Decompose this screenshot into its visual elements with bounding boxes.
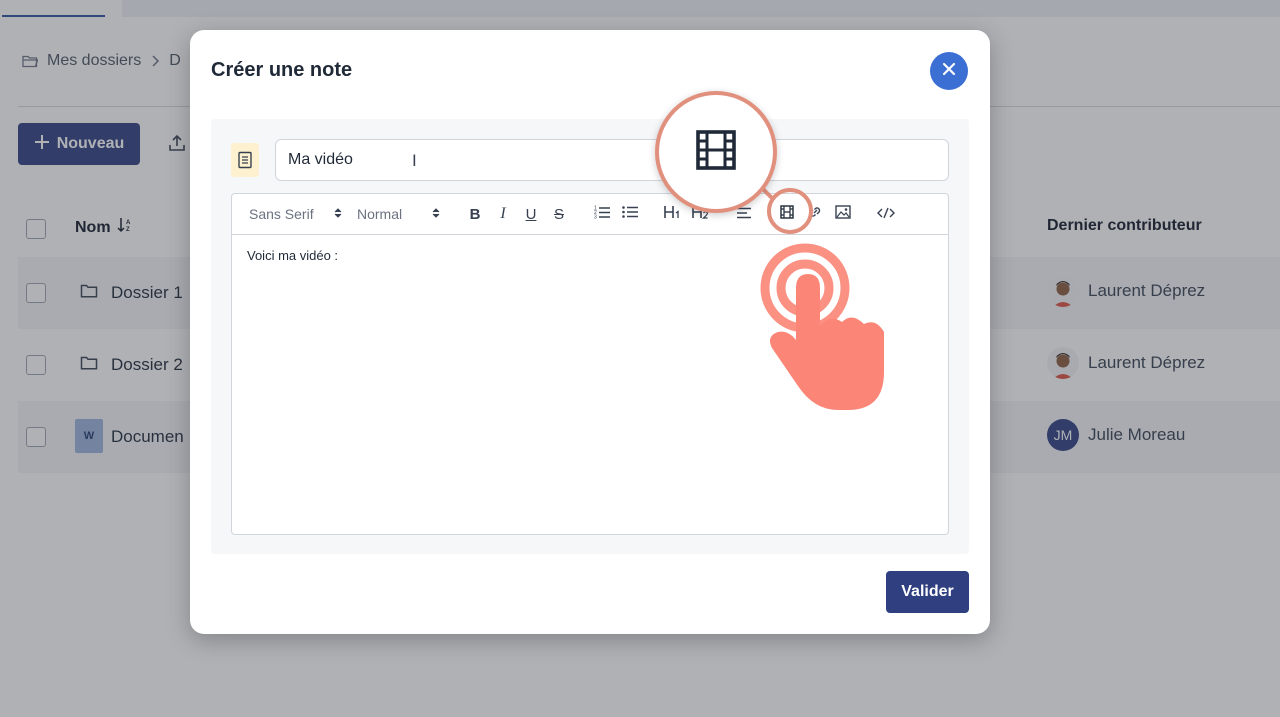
code-icon	[877, 206, 895, 223]
italic-button[interactable]: I	[492, 203, 514, 225]
select-arrows-icon	[432, 206, 440, 222]
image-button[interactable]	[832, 203, 854, 225]
underline-button[interactable]: U	[520, 203, 542, 225]
strikethrough-icon: S	[553, 205, 564, 223]
underline-icon: U	[525, 205, 537, 223]
bold-icon: B	[469, 205, 481, 223]
font-family-value: Sans Serif	[249, 206, 314, 222]
highlight-ring	[767, 188, 813, 234]
editor-content[interactable]: Voici ma vidéo :	[247, 248, 338, 263]
bullet-list-button[interactable]	[619, 203, 641, 225]
magnifier-callout	[655, 91, 777, 213]
italic-icon: I	[500, 205, 506, 222]
film-icon	[694, 129, 738, 176]
close-button[interactable]	[930, 52, 968, 90]
code-button[interactable]	[875, 203, 897, 225]
bold-button[interactable]: B	[464, 203, 486, 225]
svg-text:3: 3	[594, 215, 597, 220]
bullet-list-icon	[622, 205, 638, 223]
note-title-input[interactable]	[275, 139, 949, 181]
note-icon	[231, 143, 259, 177]
heading1-icon	[664, 205, 682, 223]
pointer-hand-icon	[758, 238, 898, 423]
font-size-select[interactable]: Normal	[357, 206, 440, 222]
heading1-button[interactable]	[662, 203, 684, 225]
font-family-select[interactable]: Sans Serif	[249, 206, 342, 222]
editor-toolbar: Sans Serif Normal B I U S 123	[232, 194, 948, 235]
modal-title: Créer une note	[211, 59, 353, 81]
strikethrough-button[interactable]: S	[548, 203, 570, 225]
select-arrows-icon	[334, 206, 342, 222]
font-size-value: Normal	[357, 206, 403, 222]
image-icon	[835, 205, 851, 223]
validate-button[interactable]: Valider	[886, 571, 969, 613]
ordered-list-icon: 123	[594, 205, 610, 223]
close-icon	[942, 62, 956, 81]
ordered-list-button[interactable]: 123	[591, 203, 613, 225]
